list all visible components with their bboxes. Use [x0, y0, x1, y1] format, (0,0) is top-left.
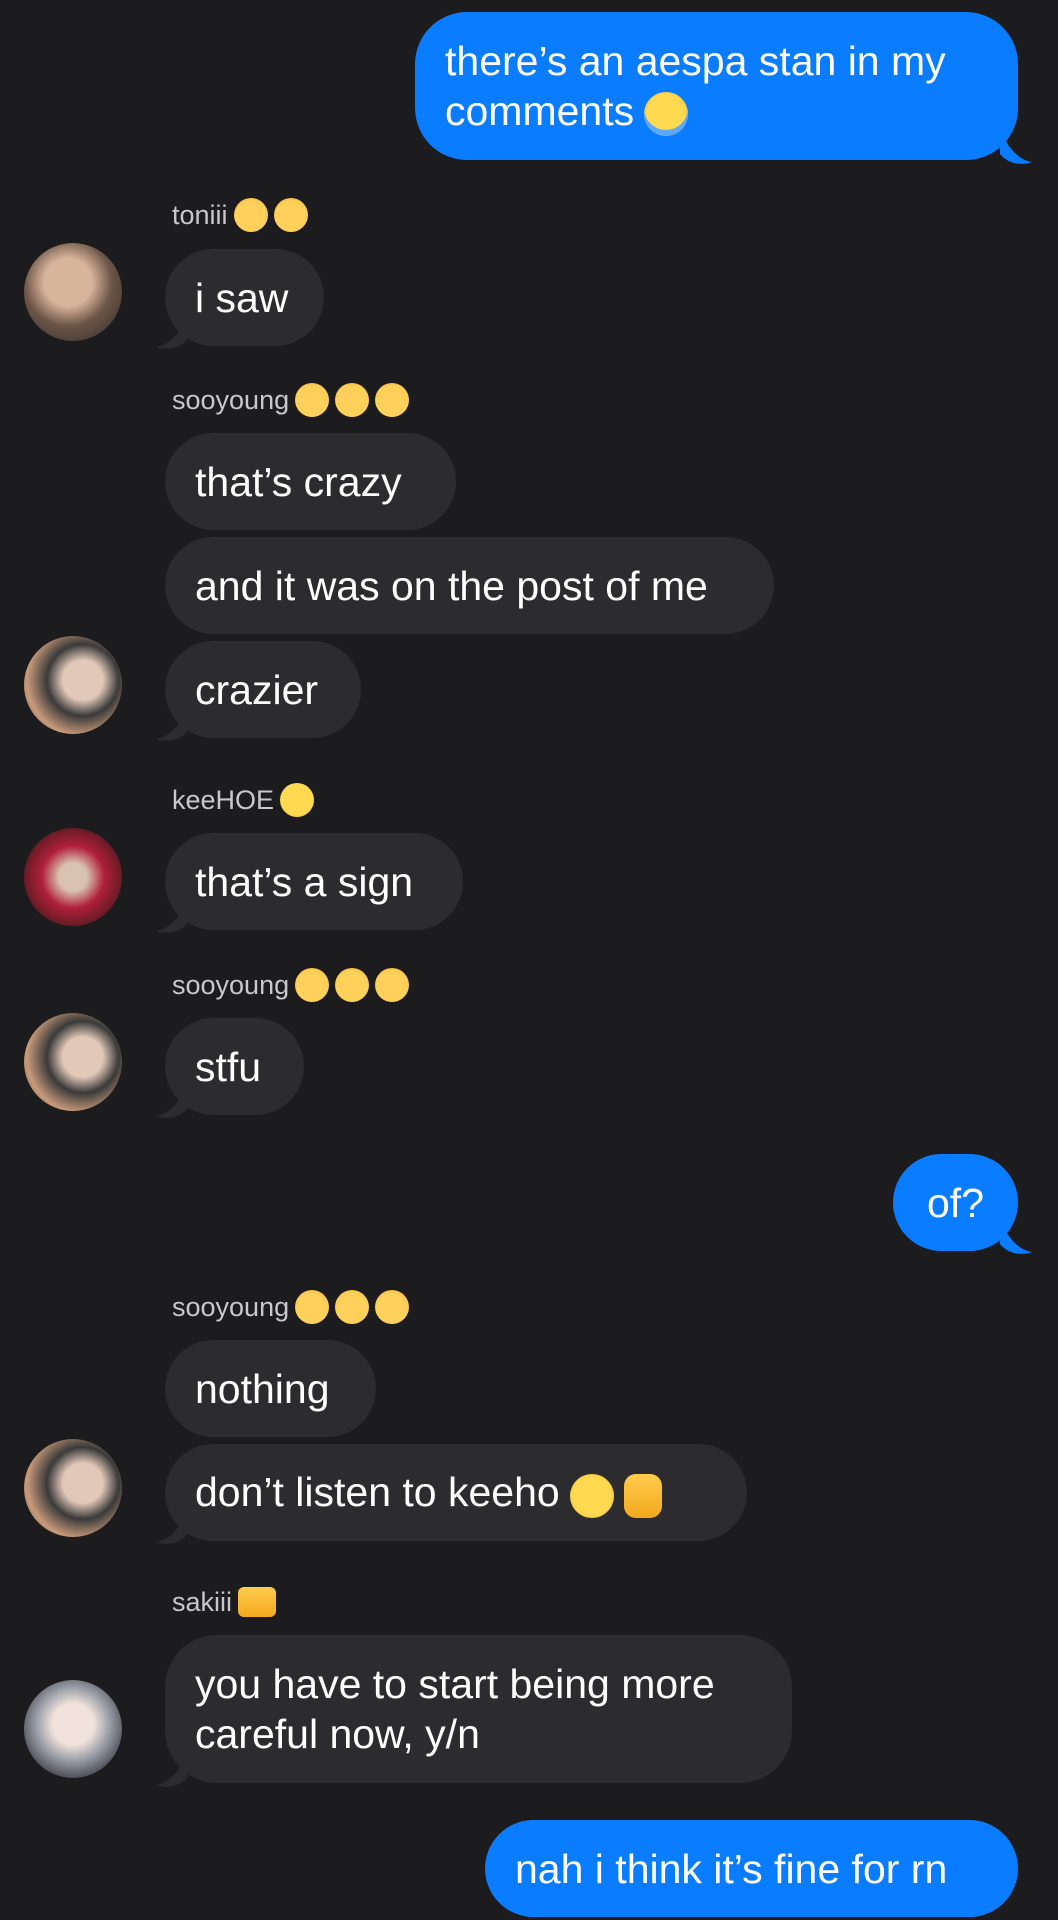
- outgoing-message-bubble[interactable]: there’s an aespa stan in my comments: [415, 12, 1018, 160]
- raised-hand-icon: [623, 1473, 662, 1518]
- loudly-crying-face-icon: [644, 92, 689, 137]
- incoming-message-bubble[interactable]: i saw: [165, 249, 324, 346]
- incoming-message-bubble[interactable]: nothing: [165, 1340, 376, 1437]
- message-text: of?: [927, 1179, 984, 1226]
- avatar[interactable]: [24, 1439, 122, 1537]
- sender-name: sooyoung: [172, 383, 410, 417]
- outgoing-message-bubble[interactable]: nah i think it’s fine for rn: [485, 1820, 1018, 1917]
- message-text: crazier: [195, 666, 319, 713]
- heart-eyes-cat-icon: [295, 1290, 330, 1324]
- bubble-tail-icon: [156, 1751, 188, 1787]
- avatar[interactable]: [24, 243, 122, 341]
- message-text: nah i think it’s fine for rn: [515, 1845, 948, 1892]
- heart-eyes-cat-icon: [295, 383, 330, 417]
- message-text: you have to start being more careful now…: [195, 1661, 715, 1757]
- incoming-message-bubble[interactable]: crazier: [165, 641, 361, 738]
- sender-name: toniii: [172, 198, 308, 232]
- bubble-tail-icon: [156, 705, 188, 741]
- avatar[interactable]: [24, 1680, 122, 1778]
- avatar[interactable]: [24, 828, 122, 926]
- incoming-message-bubble[interactable]: you have to start being more careful now…: [165, 1635, 792, 1783]
- message-text: nothing: [195, 1365, 330, 1412]
- sender-name: keeHOE: [172, 783, 315, 817]
- message-text: that’s a sign: [195, 858, 414, 905]
- worried-face-icon: [280, 783, 315, 817]
- avatar[interactable]: [24, 636, 122, 734]
- heart-eyes-cat-icon: [295, 968, 330, 1002]
- incoming-message-bubble[interactable]: that’s crazy: [165, 433, 456, 530]
- heart-eyes-cat-icon: [335, 1290, 370, 1324]
- heart-eyes-cat-icon: [335, 383, 370, 417]
- message-text: stfu: [195, 1043, 262, 1090]
- bubble-tail-icon: [1000, 1218, 1032, 1254]
- message-text: don’t listen to keeho: [195, 1467, 662, 1518]
- sender-name: sooyoung: [172, 1290, 410, 1324]
- incoming-message-bubble[interactable]: that’s a sign: [165, 833, 463, 930]
- message-text: that’s crazy: [195, 458, 402, 505]
- bubble-tail-icon: [156, 313, 188, 349]
- incoming-message-bubble[interactable]: don’t listen to keeho: [165, 1444, 747, 1541]
- kissing-cat-icon: [273, 198, 308, 232]
- heart-eyes-cat-icon: [375, 383, 410, 417]
- message-text: and it was on the post of me: [195, 562, 708, 609]
- sender-name: sakiii: [172, 1585, 277, 1619]
- message-text: i saw: [195, 274, 289, 321]
- kissing-cat-icon: [233, 198, 268, 232]
- avatar[interactable]: [24, 1013, 122, 1111]
- bubble-tail-icon: [156, 897, 188, 933]
- heart-eyes-cat-icon: [335, 968, 370, 1002]
- bubble-tail-icon: [156, 1082, 188, 1118]
- face-with-rolling-eyes-icon: [569, 1473, 614, 1518]
- bubble-tail-icon: [1000, 128, 1032, 164]
- message-text: there’s an aespa stan in my comments: [445, 36, 988, 137]
- sender-name: sooyoung: [172, 968, 410, 1002]
- bubble-tail-icon: [156, 1508, 188, 1544]
- heart-hands-icon: [238, 1587, 277, 1617]
- heart-eyes-cat-icon: [375, 1290, 410, 1324]
- heart-eyes-cat-icon: [375, 968, 410, 1002]
- incoming-message-bubble[interactable]: and it was on the post of me: [165, 537, 774, 634]
